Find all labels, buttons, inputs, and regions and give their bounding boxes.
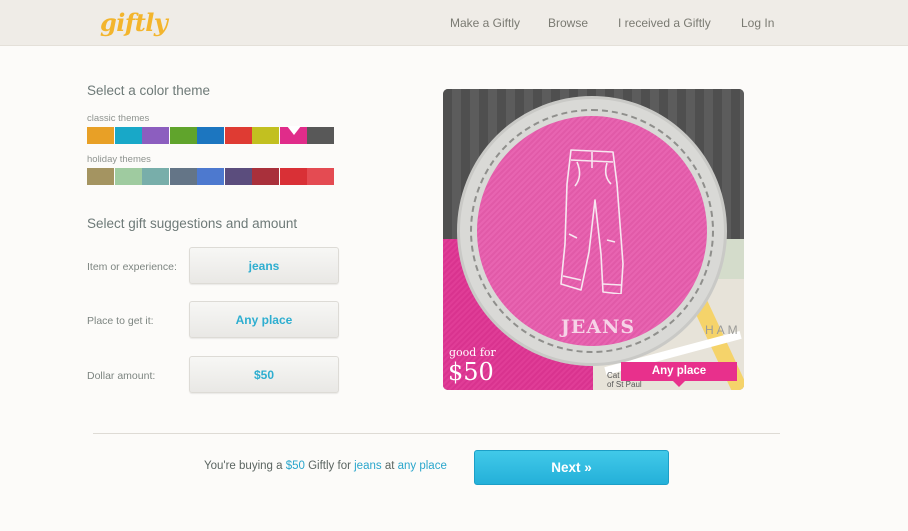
holiday-theme-swatch[interactable] bbox=[307, 168, 334, 185]
classic-theme-swatch[interactable] bbox=[142, 127, 169, 144]
holiday-theme-swatch[interactable] bbox=[142, 168, 169, 185]
holiday-theme-swatch[interactable] bbox=[114, 168, 142, 185]
badge-circle: JEANS bbox=[457, 96, 727, 366]
amount-select-button[interactable]: $50 bbox=[189, 356, 339, 393]
badge-center: JEANS bbox=[477, 116, 707, 346]
top-header: giftly Make a Giftly Browse I received a… bbox=[0, 0, 908, 46]
classic-theme-swatch[interactable] bbox=[252, 127, 279, 144]
classic-themes-label: classic themes bbox=[87, 113, 150, 124]
holiday-themes-label: holiday themes bbox=[87, 154, 151, 165]
nav-browse[interactable]: Browse bbox=[548, 16, 588, 30]
place-select-button[interactable]: Any place bbox=[189, 301, 339, 338]
place-field-label: Place to get it: bbox=[87, 315, 154, 327]
nav-log-in[interactable]: Log In bbox=[741, 16, 774, 30]
classic-theme-swatch[interactable] bbox=[169, 127, 197, 144]
amount-field-label: Dollar amount: bbox=[87, 370, 156, 382]
holiday-theme-swatch[interactable] bbox=[279, 168, 307, 185]
classic-theme-swatch[interactable] bbox=[224, 127, 252, 144]
purchase-summary: You're buying a $50 Giftly for jeans at … bbox=[204, 460, 447, 472]
place-tag: Any place bbox=[621, 362, 737, 387]
holiday-theme-swatch[interactable] bbox=[197, 168, 224, 185]
classic-theme-swatches bbox=[87, 126, 335, 144]
holiday-theme-swatch[interactable] bbox=[87, 168, 114, 185]
classic-theme-swatch[interactable] bbox=[87, 127, 114, 144]
badge-stitched-ring: JEANS bbox=[470, 109, 714, 353]
summary-amount: $50 bbox=[285, 460, 305, 472]
classic-theme-swatch[interactable] bbox=[279, 126, 307, 144]
nav-i-received-a-giftly[interactable]: I received a Giftly bbox=[618, 16, 711, 30]
color-theme-heading: Select a color theme bbox=[87, 83, 211, 98]
nav-make-a-giftly[interactable]: Make a Giftly bbox=[450, 16, 520, 30]
giftly-logo[interactable]: giftly bbox=[100, 8, 168, 37]
item-title: JEANS bbox=[560, 316, 636, 338]
gift-suggestions-heading: Select gift suggestions and amount bbox=[87, 216, 298, 231]
summary-place: any place bbox=[397, 460, 447, 472]
summary-text: Giftly for bbox=[308, 460, 351, 472]
item-select-button[interactable]: jeans bbox=[189, 247, 339, 284]
divider bbox=[93, 433, 780, 434]
holiday-theme-swatches bbox=[87, 168, 335, 185]
jeans-icon bbox=[560, 149, 624, 294]
classic-theme-swatch[interactable] bbox=[114, 127, 142, 144]
summary-item: jeans bbox=[354, 460, 382, 472]
item-field-label: Item or experience: bbox=[87, 261, 177, 273]
gift-card-preview: HAM Cat of St Paul JEANS good for $50 An… bbox=[443, 89, 744, 390]
summary-text: at bbox=[384, 460, 395, 472]
map-place-label-line2: of St Paul bbox=[607, 380, 642, 389]
holiday-theme-swatch[interactable] bbox=[224, 168, 252, 185]
classic-theme-swatch[interactable] bbox=[197, 127, 224, 144]
holiday-theme-swatch[interactable] bbox=[169, 168, 197, 185]
next-button[interactable]: Next » bbox=[474, 450, 669, 485]
classic-theme-swatch[interactable] bbox=[307, 127, 334, 144]
card-price: $50 bbox=[448, 358, 494, 386]
summary-text: You're buying a bbox=[204, 460, 283, 472]
holiday-theme-swatch[interactable] bbox=[252, 168, 279, 185]
